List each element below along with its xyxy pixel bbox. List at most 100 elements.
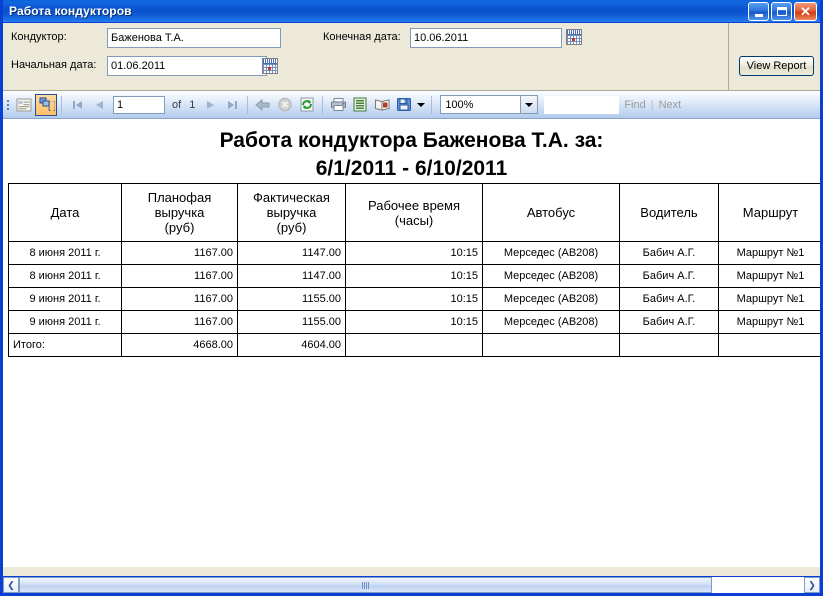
svg-text:[ ]: [ ] bbox=[48, 101, 55, 112]
back-button[interactable] bbox=[252, 94, 274, 116]
report-title-line-1: Работа кондуктора Баженова Т.А. за: bbox=[219, 129, 604, 152]
cell-fact: 1147.00 bbox=[237, 264, 346, 288]
export-button[interactable] bbox=[393, 94, 415, 116]
end-date-label: Конечная дата: bbox=[323, 31, 401, 43]
stop-icon bbox=[278, 97, 293, 112]
column-header-route: Маршрут bbox=[718, 183, 820, 242]
window-title: Работа кондукторов bbox=[9, 4, 132, 18]
cell-time: 10:15 bbox=[345, 287, 483, 311]
page-number-input[interactable] bbox=[113, 95, 165, 114]
chevron-left-icon: ❮ bbox=[7, 579, 15, 590]
zoom-value: 100% bbox=[445, 98, 474, 111]
find-button[interactable]: Find bbox=[619, 99, 650, 111]
column-header-plan-revenue: Планофая выручка (руб) bbox=[121, 183, 238, 242]
end-date-calendar-icon[interactable] bbox=[566, 29, 582, 45]
document-map-icon bbox=[16, 98, 32, 111]
previous-page-icon bbox=[95, 100, 103, 109]
scroll-right-button[interactable]: ❯ bbox=[804, 577, 820, 593]
cell-fact: 1155.00 bbox=[237, 310, 346, 334]
report-title-line-2: 6/1/2011 - 6/10/2011 bbox=[315, 157, 508, 180]
cell-time: 10:15 bbox=[345, 264, 483, 288]
maximize-icon bbox=[776, 7, 787, 16]
next-page-button[interactable] bbox=[199, 94, 221, 116]
column-header-date: Дата bbox=[8, 183, 122, 242]
cell-route: Маршрут №1 bbox=[718, 310, 820, 334]
export-dropdown-button[interactable] bbox=[415, 94, 427, 116]
cell-date: 9 июня 2011 г. bbox=[8, 287, 122, 311]
next-page-icon bbox=[206, 100, 214, 109]
stop-button bbox=[274, 94, 296, 116]
horizontal-scrollbar[interactable]: ❮ ❯ bbox=[3, 576, 820, 593]
cell-total-label: Итого: bbox=[8, 333, 122, 357]
document-map-button[interactable] bbox=[13, 94, 35, 116]
cell-route: Маршрут №1 bbox=[718, 241, 820, 265]
scrollbar-track[interactable] bbox=[19, 577, 804, 593]
chevron-down-icon bbox=[525, 102, 534, 107]
print-icon bbox=[330, 98, 346, 111]
cell-date: 9 июня 2011 г. bbox=[8, 310, 122, 334]
find-input[interactable] bbox=[544, 95, 620, 114]
table-row: 9 июня 2011 г. 1167.00 1155.00 10:15 Мер… bbox=[8, 287, 820, 311]
cell-bus: Мерседес (AB208) bbox=[482, 310, 620, 334]
minimize-icon bbox=[754, 13, 763, 17]
report-viewer-canvas: Работа кондуктора Баженова Т.А. за: 6/1/… bbox=[3, 119, 820, 567]
refresh-button[interactable] bbox=[296, 94, 318, 116]
toolbar-separator-2 bbox=[247, 95, 249, 114]
scrollbar-grip-icon bbox=[362, 581, 369, 589]
cell-plan: 1167.00 bbox=[121, 310, 238, 334]
toolbar-separator-4 bbox=[431, 95, 433, 114]
report-parameters-panel: Кондуктор: Начальная дата: Конечная дата… bbox=[3, 23, 820, 91]
table-header: Дата Планофая выручка (руб) Фактическая … bbox=[8, 183, 820, 242]
cell-plan: 1167.00 bbox=[121, 241, 238, 265]
cell-bus: Мерседес (AB208) bbox=[482, 264, 620, 288]
toolbar-separator-1 bbox=[61, 95, 62, 114]
zoom-dropdown-button[interactable] bbox=[520, 96, 538, 113]
end-date-input[interactable] bbox=[410, 28, 562, 48]
cell-plan: 1167.00 bbox=[121, 287, 238, 311]
scroll-left-button[interactable]: ❮ bbox=[3, 577, 19, 593]
table-header-row: Дата Планофая выручка (руб) Фактическая … bbox=[8, 183, 820, 242]
total-pages-label: 1 bbox=[189, 98, 196, 111]
column-header-work-time: Рабочее время (часы) bbox=[345, 183, 483, 242]
cell-driver: Бабич А.Г. bbox=[619, 264, 719, 288]
first-page-icon bbox=[72, 100, 82, 109]
cell-plan: 1167.00 bbox=[121, 264, 238, 288]
parameters-button[interactable]: [ ] bbox=[35, 93, 57, 116]
cell-driver: Бабич А.Г. bbox=[619, 241, 719, 265]
last-page-icon bbox=[227, 100, 237, 109]
table-total-row: Итого: 4668.00 4604.00 bbox=[8, 333, 820, 357]
table-body: 8 июня 2011 г. 1167.00 1147.00 10:15 Мер… bbox=[8, 241, 820, 357]
scrollbar-thumb[interactable] bbox=[19, 577, 712, 593]
column-header-bus: Автобус bbox=[482, 183, 620, 242]
cell-time: 10:15 bbox=[345, 310, 483, 334]
first-page-button[interactable] bbox=[66, 94, 88, 116]
conductor-label: Кондуктор: bbox=[11, 31, 67, 43]
cell-fact: 1155.00 bbox=[237, 287, 346, 311]
print-button[interactable] bbox=[327, 94, 349, 116]
last-page-button[interactable] bbox=[221, 94, 243, 116]
minimize-button[interactable] bbox=[748, 2, 769, 21]
view-report-button[interactable]: View Report bbox=[739, 56, 814, 76]
toolbar-grip[interactable] bbox=[5, 96, 11, 114]
start-date-calendar-icon[interactable] bbox=[262, 58, 278, 74]
maximize-button[interactable] bbox=[771, 2, 792, 21]
cell-total-driver bbox=[619, 333, 719, 357]
cell-total-route bbox=[718, 333, 820, 357]
conductor-input[interactable] bbox=[107, 28, 281, 48]
window-controls: ✕ bbox=[748, 2, 817, 21]
start-date-label: Начальная дата: bbox=[11, 59, 97, 71]
page-setup-button[interactable] bbox=[371, 94, 393, 116]
find-next-button[interactable]: Next bbox=[654, 99, 687, 111]
cell-route: Маршрут №1 bbox=[718, 287, 820, 311]
previous-page-button[interactable] bbox=[88, 94, 110, 116]
cell-total-bus bbox=[482, 333, 620, 357]
of-label: of bbox=[172, 98, 182, 111]
start-date-input[interactable] bbox=[107, 56, 267, 76]
chevron-right-icon: ❯ bbox=[808, 579, 816, 590]
close-button[interactable]: ✕ bbox=[794, 2, 817, 21]
print-layout-button[interactable] bbox=[349, 94, 371, 116]
close-icon: ✕ bbox=[800, 4, 811, 19]
zoom-select[interactable]: 100% bbox=[440, 95, 539, 114]
cell-total-plan: 4668.00 bbox=[121, 333, 238, 357]
chevron-down-icon bbox=[417, 102, 426, 107]
